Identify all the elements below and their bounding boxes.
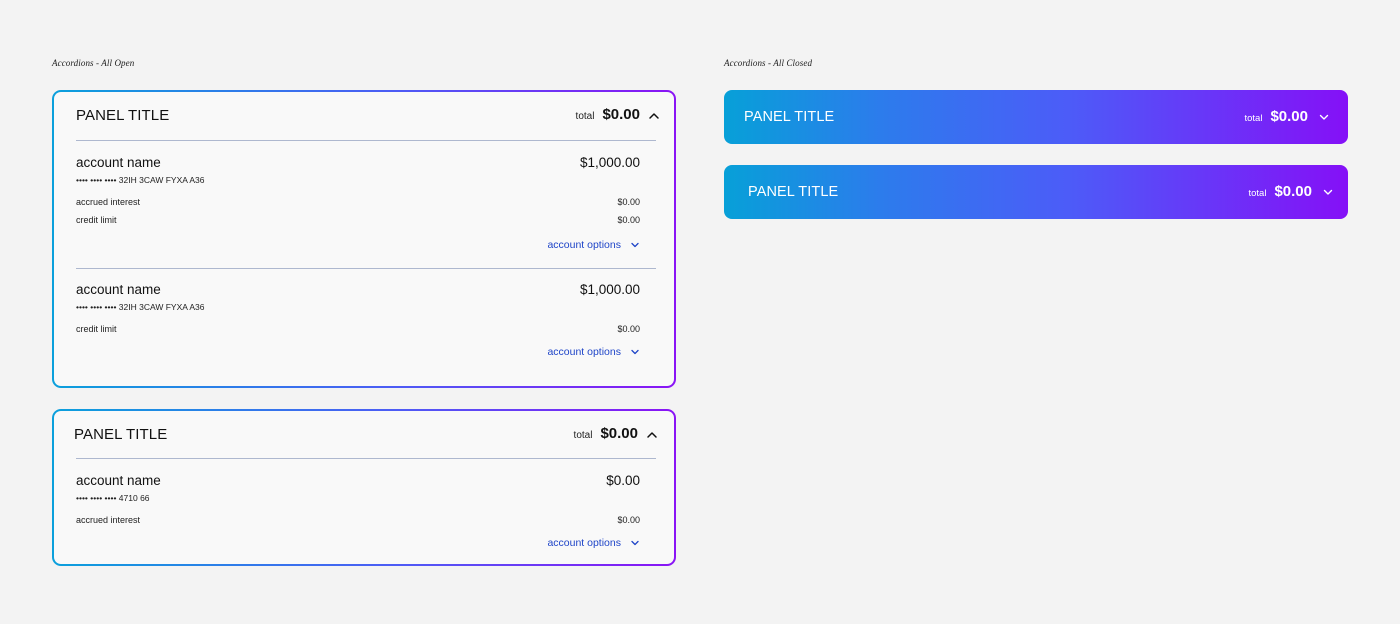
chevron-down-icon[interactable]	[1318, 111, 1330, 123]
total-value: $0.00	[600, 425, 638, 442]
detail-row: credit limit $0.00	[76, 324, 640, 336]
chevron-down-icon[interactable]	[1322, 186, 1334, 198]
section-label-all-open: Accordions - All Open	[52, 58, 135, 68]
detail-row: accrued interest $0.00	[76, 515, 640, 527]
total-label: total	[573, 430, 593, 441]
accordion-header[interactable]: PANEL TITLE total $0.00	[54, 92, 674, 140]
header-divider	[76, 458, 656, 459]
account-options-label: account options	[547, 239, 621, 251]
chevron-down-icon	[631, 349, 639, 355]
account-item: account name $1,000.00 •••• •••• •••• 32…	[76, 282, 640, 362]
total-value: $0.00	[1274, 183, 1312, 200]
detail-label: accrued interest	[76, 197, 141, 207]
detail-value: $0.00	[617, 515, 640, 525]
total-label: total	[1244, 113, 1263, 124]
account-name: account name	[76, 473, 161, 488]
account-divider	[76, 268, 656, 269]
accordion-panel-open: PANEL TITLE total $0.00 account name $1,…	[52, 90, 676, 388]
accordion-panel-closed[interactable]: PANEL TITLE total $0.00	[724, 90, 1348, 144]
panel-total: total $0.00	[576, 106, 640, 123]
total-value: $0.00	[1270, 108, 1308, 125]
account-name: account name	[76, 155, 161, 170]
account-item: account name $1,000.00 •••• •••• •••• 32…	[76, 155, 640, 255]
account-amount: $0.00	[606, 473, 640, 488]
panel-title: PANEL TITLE	[74, 426, 168, 443]
chevron-down-icon	[631, 242, 639, 248]
panel-total: total $0.00	[1244, 108, 1308, 125]
detail-label: credit limit	[76, 324, 117, 334]
account-options-label: account options	[547, 346, 621, 358]
account-options-button[interactable]: account options	[547, 346, 640, 358]
account-amount: $1,000.00	[579, 155, 640, 170]
chevron-up-icon[interactable]	[648, 110, 660, 122]
panel-title: PANEL TITLE	[744, 109, 835, 125]
accordion-header[interactable]: PANEL TITLE total $0.00	[54, 411, 674, 459]
panel-total: total $0.00	[1248, 183, 1312, 200]
account-number: •••• •••• •••• 32IH 3CAW FYXA A36	[76, 175, 205, 185]
section-label-all-closed: Accordions - All Closed	[724, 58, 813, 68]
chevron-down-icon	[631, 540, 639, 546]
total-value: $0.00	[602, 106, 640, 123]
detail-value: $0.00	[617, 324, 640, 334]
detail-row: accrued interest $0.00	[76, 197, 640, 209]
account-options-label: account options	[547, 537, 621, 549]
account-number: •••• •••• •••• 4710 66	[76, 493, 150, 503]
total-label: total	[575, 111, 595, 122]
account-name: account name	[76, 282, 161, 297]
account-amount: $1,000.00	[579, 282, 640, 297]
account-options-button[interactable]: account options	[547, 239, 640, 251]
total-label: total	[1248, 188, 1267, 199]
chevron-up-icon[interactable]	[646, 429, 658, 441]
detail-row: credit limit $0.00	[76, 215, 640, 227]
detail-value: $0.00	[617, 215, 640, 225]
panel-total: total $0.00	[574, 425, 638, 442]
account-options-button[interactable]: account options	[547, 537, 640, 549]
detail-label: accrued interest	[76, 515, 141, 525]
detail-label: credit limit	[76, 215, 117, 225]
panel-title: PANEL TITLE	[748, 184, 839, 200]
account-item: account name $0.00 •••• •••• •••• 4710 6…	[76, 473, 640, 553]
accordion-panel-open: PANEL TITLE total $0.00 account name $0.…	[52, 409, 676, 566]
header-divider	[76, 140, 656, 141]
detail-value: $0.00	[617, 197, 640, 207]
account-number: •••• •••• •••• 32IH 3CAW FYXA A36	[76, 302, 205, 312]
accordion-panel-closed[interactable]: PANEL TITLE total $0.00	[724, 165, 1348, 219]
panel-title: PANEL TITLE	[76, 107, 170, 124]
